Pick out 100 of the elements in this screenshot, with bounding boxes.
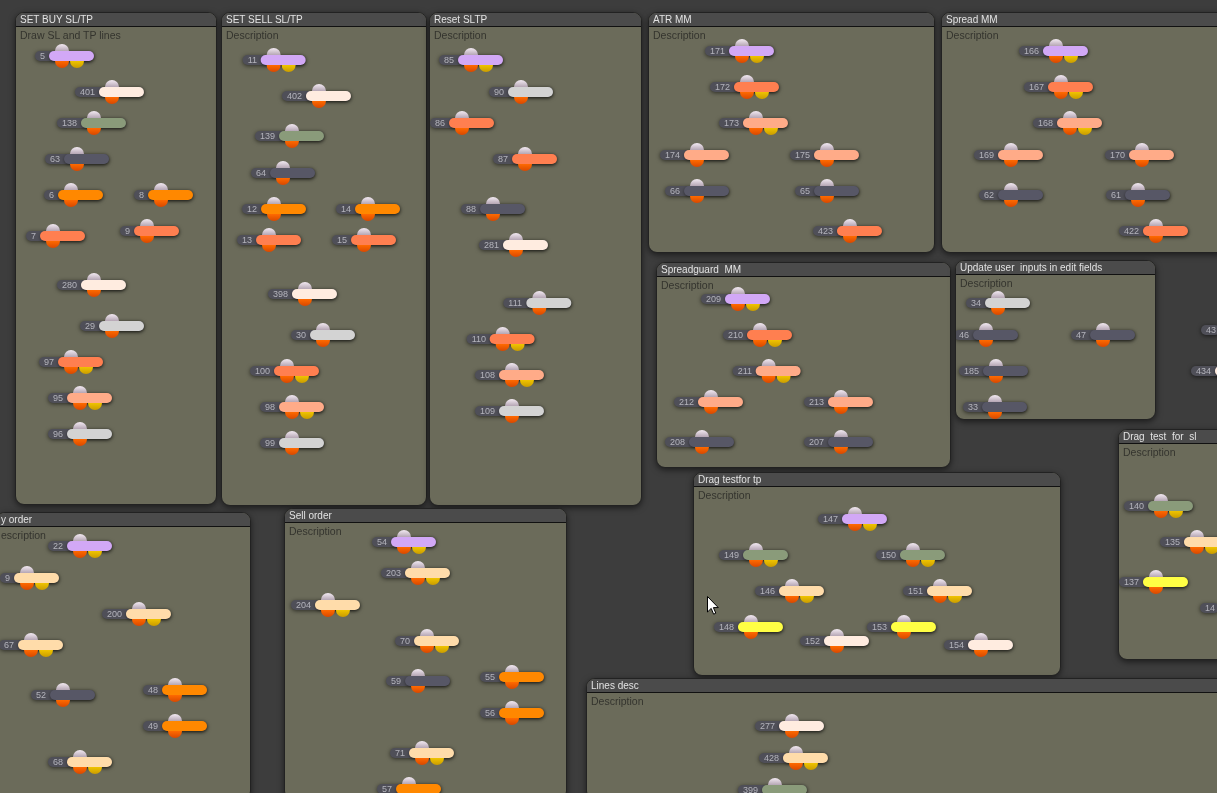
output-port-icon[interactable] [88, 767, 102, 774]
input-port-icon[interactable] [267, 48, 281, 55]
output-port-icon[interactable] [336, 610, 350, 617]
input-port-icon[interactable] [46, 224, 60, 231]
input-port-icon[interactable] [753, 323, 767, 330]
output-port-icon[interactable] [64, 367, 78, 374]
output-port-icon[interactable] [532, 308, 546, 315]
output-port-icon[interactable] [505, 718, 519, 725]
input-port-icon[interactable] [361, 197, 375, 204]
output-port-icon[interactable] [285, 141, 299, 148]
input-port-icon[interactable] [87, 273, 101, 280]
output-port-icon[interactable] [132, 619, 146, 626]
input-port-icon[interactable] [505, 665, 519, 672]
output-port-icon[interactable] [154, 200, 168, 207]
output-port-icon[interactable] [312, 101, 326, 108]
input-port-icon[interactable] [70, 147, 84, 154]
input-port-icon[interactable] [989, 359, 1003, 366]
output-port-icon[interactable] [762, 376, 776, 383]
output-port-icon[interactable] [412, 547, 426, 554]
output-port-icon[interactable] [1004, 160, 1018, 167]
output-port-icon[interactable] [1169, 511, 1183, 518]
output-port-icon[interactable] [298, 299, 312, 306]
input-port-icon[interactable] [140, 219, 154, 226]
output-port-icon[interactable] [479, 65, 493, 72]
input-port-icon[interactable] [509, 233, 523, 240]
input-port-icon[interactable] [518, 147, 532, 154]
group-title[interactable]: Sell order [285, 509, 566, 523]
output-port-icon[interactable] [411, 686, 425, 693]
output-port-icon[interactable] [520, 380, 534, 387]
output-port-icon[interactable] [88, 403, 102, 410]
input-port-icon[interactable] [834, 390, 848, 397]
output-port-icon[interactable] [843, 236, 857, 243]
output-port-icon[interactable] [750, 56, 764, 63]
group-title[interactable]: Reset SLTP [430, 13, 641, 27]
input-port-icon[interactable] [897, 615, 911, 622]
input-port-icon[interactable] [397, 530, 411, 537]
output-port-icon[interactable] [514, 97, 528, 104]
input-port-icon[interactable] [73, 534, 87, 541]
output-port-icon[interactable] [1054, 92, 1068, 99]
input-port-icon[interactable] [154, 183, 168, 190]
output-port-icon[interactable] [789, 763, 803, 770]
output-port-icon[interactable] [455, 128, 469, 135]
output-port-icon[interactable] [785, 731, 799, 738]
input-port-icon[interactable] [514, 80, 528, 87]
group-title[interactable]: Drag test for sl [1119, 430, 1217, 444]
output-port-icon[interactable] [695, 447, 709, 454]
input-port-icon[interactable] [1004, 143, 1018, 150]
output-port-icon[interactable] [64, 200, 78, 207]
group-title[interactable]: Spreadguard MM [657, 263, 950, 277]
input-port-icon[interactable] [735, 39, 749, 46]
group-title[interactable]: Lines desc [587, 679, 1217, 693]
input-port-icon[interactable] [1149, 570, 1163, 577]
output-port-icon[interactable] [87, 128, 101, 135]
node[interactable]: 43 [1201, 325, 1217, 335]
output-port-icon[interactable] [979, 340, 993, 347]
input-port-icon[interactable] [830, 629, 844, 636]
output-port-icon[interactable] [276, 178, 290, 185]
output-port-icon[interactable] [897, 632, 911, 639]
output-port-icon[interactable] [1078, 128, 1092, 135]
output-port-icon[interactable] [505, 380, 519, 387]
input-port-icon[interactable] [834, 430, 848, 437]
output-port-icon[interactable] [361, 214, 375, 221]
output-port-icon[interactable] [1135, 160, 1149, 167]
output-port-icon[interactable] [39, 650, 53, 657]
input-port-icon[interactable] [276, 161, 290, 168]
output-port-icon[interactable] [1049, 56, 1063, 63]
input-port-icon[interactable] [321, 593, 335, 600]
output-port-icon[interactable] [357, 245, 371, 252]
input-port-icon[interactable] [168, 678, 182, 685]
output-port-icon[interactable] [55, 61, 69, 68]
output-port-icon[interactable] [285, 412, 299, 419]
input-port-icon[interactable] [690, 143, 704, 150]
input-port-icon[interactable] [1063, 111, 1077, 118]
group-title[interactable]: Update user inputs in edit fields [956, 261, 1155, 275]
group-title[interactable]: SET SELL SL/TP [222, 13, 426, 27]
output-port-icon[interactable] [785, 596, 799, 603]
output-port-icon[interactable] [105, 331, 119, 338]
output-port-icon[interactable] [285, 448, 299, 455]
output-port-icon[interactable] [863, 524, 877, 531]
output-port-icon[interactable] [746, 304, 760, 311]
output-port-icon[interactable] [820, 160, 834, 167]
input-port-icon[interactable] [505, 701, 519, 708]
input-port-icon[interactable] [532, 291, 546, 298]
output-port-icon[interactable] [749, 128, 763, 135]
output-port-icon[interactable] [834, 447, 848, 454]
output-port-icon[interactable] [282, 65, 296, 72]
group-title[interactable]: SET BUY SL/TP [16, 13, 216, 27]
input-port-icon[interactable] [505, 363, 519, 370]
output-port-icon[interactable] [505, 682, 519, 689]
node[interactable]: 434 [1190, 366, 1217, 376]
input-port-icon[interactable] [20, 566, 34, 573]
output-port-icon[interactable] [989, 376, 1003, 383]
input-port-icon[interactable] [695, 430, 709, 437]
output-port-icon[interactable] [735, 56, 749, 63]
output-port-icon[interactable] [804, 763, 818, 770]
node[interactable]: 14 [1200, 603, 1217, 613]
output-port-icon[interactable] [70, 61, 84, 68]
output-port-icon[interactable] [948, 596, 962, 603]
output-port-icon[interactable] [777, 376, 791, 383]
output-port-icon[interactable] [1096, 340, 1110, 347]
